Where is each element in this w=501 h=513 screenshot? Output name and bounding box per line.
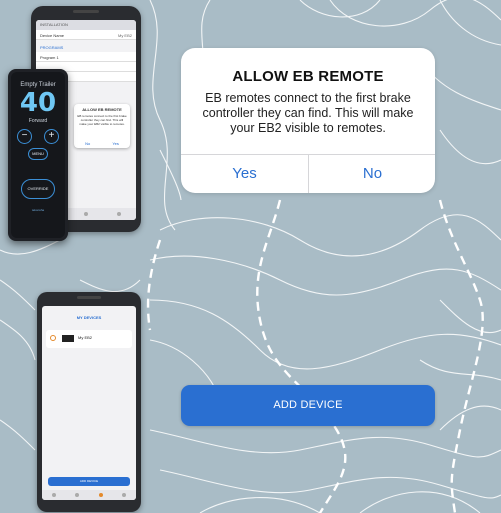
device-name-row: Device Name My EB2 xyxy=(36,30,136,40)
remote-plus-button: + xyxy=(44,129,59,144)
phone-bottom-nav xyxy=(42,490,136,500)
nav-dot-icon xyxy=(122,493,127,497)
phone-speaker xyxy=(77,296,101,299)
device-card: My EB2 xyxy=(46,330,132,348)
add-device-button[interactable]: ADD DEVICE xyxy=(181,385,435,426)
mini-dialog-no: No xyxy=(85,141,91,146)
nav-dot-icon xyxy=(75,493,80,497)
remote-minus-button: − xyxy=(17,129,32,144)
nav-dot-icon xyxy=(83,212,88,216)
device-name-label: Device Name xyxy=(40,33,65,38)
nav-play-icon xyxy=(98,493,103,497)
remote-face: Empty Trailer 40 Forward − + MENU OVERRI… xyxy=(11,72,65,238)
program-row: Program 1 xyxy=(36,52,136,62)
alert-message: EB remotes connect to the first brake co… xyxy=(202,91,414,135)
installation-header: INSTALLATION xyxy=(36,20,136,30)
nav-dot-icon xyxy=(51,493,56,497)
remote-power-value: 40 xyxy=(19,88,57,118)
programs-section-title: PROGRAMS xyxy=(40,45,64,50)
device-card-name: My EB2 xyxy=(78,335,93,340)
radio-circle-icon xyxy=(50,335,56,341)
mini-dialog-yes: Yes xyxy=(112,141,119,146)
device-name-value: My EB2 xyxy=(117,33,132,38)
remote-override-button: OVERRIDE xyxy=(21,179,55,199)
mini-allow-remote-dialog: ALLOW EB REMOTE EB remotes connect to th… xyxy=(74,104,130,148)
mini-add-device-button: ADD DEVICE xyxy=(48,477,130,486)
my-devices-title: MY DEVICES xyxy=(76,315,102,320)
nav-dot-icon xyxy=(117,212,122,216)
eb-remote-device: Empty Trailer 40 Forward − + MENU OVERRI… xyxy=(8,69,68,241)
no-button[interactable]: No xyxy=(309,155,435,193)
mini-dialog-title: ALLOW EB REMOTE xyxy=(82,107,122,112)
allow-eb-remote-alert: ALLOW EB REMOTE EB remotes connect to th… xyxy=(181,48,435,193)
remote-menu-button: MENU xyxy=(28,148,48,160)
alert-title: ALLOW EB REMOTE xyxy=(232,68,384,85)
device-thumbnail-icon xyxy=(62,335,74,342)
phone-screen: MY DEVICES My EB2 ADD DEVICE xyxy=(42,306,136,500)
mini-dialog-text: EB remotes connect to the first brake co… xyxy=(77,114,127,126)
phone-speaker xyxy=(73,10,99,13)
yes-button[interactable]: Yes xyxy=(181,155,308,193)
remote-brand-logo: tekonsha xyxy=(31,208,45,212)
remote-direction-text: Forward xyxy=(28,118,48,124)
phone-my-devices: MY DEVICES My EB2 ADD DEVICE xyxy=(37,292,141,512)
program-label: Program 1 xyxy=(40,55,59,60)
